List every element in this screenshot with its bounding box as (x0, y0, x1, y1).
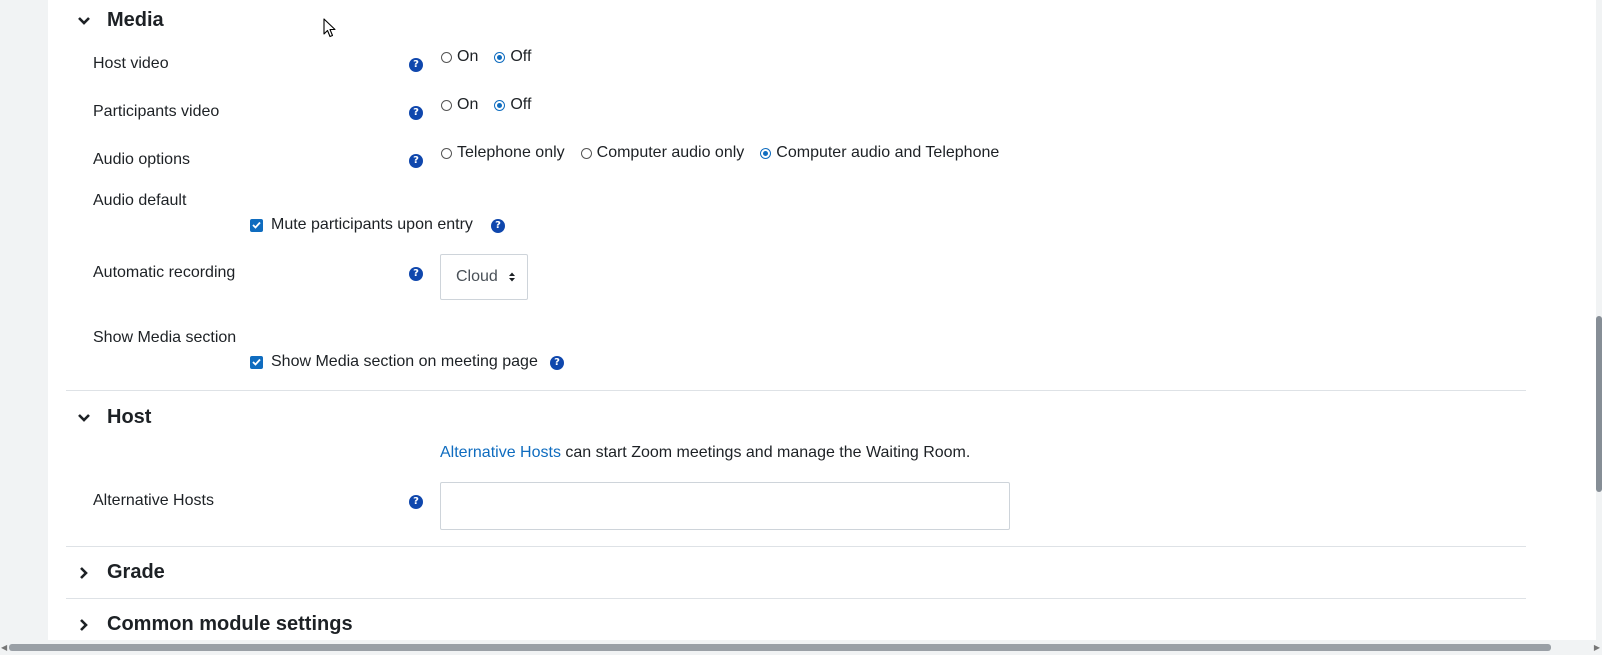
host-section-header[interactable]: Host (76, 406, 151, 429)
participants-video-off-label: Off (510, 96, 532, 113)
audio-default-label: Audio default (93, 192, 187, 209)
settings-page: Media Host video ? On Off Participants v… (48, 0, 1596, 655)
participants-video-label: Participants video (93, 103, 220, 120)
vertical-scrollbar-thumb[interactable] (1596, 316, 1602, 492)
show-media-section-label: Show Media section (93, 329, 237, 346)
audio-computer-and-telephone-option[interactable]: Computer audio and Telephone (760, 144, 999, 162)
host-video-on-option[interactable]: On (441, 48, 478, 66)
alternative-hosts-info-text: can start Zoom meetings and manage the W… (560, 444, 971, 461)
audio-telephone-only-label: Telephone only (457, 144, 565, 161)
question-circle-icon[interactable]: ? (409, 495, 423, 509)
check-icon (252, 221, 261, 229)
media-section-title: Media (107, 9, 164, 31)
audio-computer-only-radio[interactable] (580, 147, 592, 159)
host-video-radio-group: On Off (441, 48, 547, 66)
automatic-recording-select[interactable]: Cloud (440, 254, 528, 300)
audio-computer-and-telephone-radio[interactable] (760, 147, 772, 159)
section-divider (66, 390, 1526, 391)
automatic-recording-label: Automatic recording (93, 264, 236, 281)
host-video-on-label: On (457, 48, 479, 65)
section-divider (66, 598, 1526, 599)
scroll-left-arrow-icon[interactable]: ◀ (1, 643, 7, 652)
audio-computer-and-telephone-label: Computer audio and Telephone (776, 144, 1000, 161)
alternative-hosts-info: Alternative Hosts can start Zoom meeting… (440, 444, 970, 462)
show-media-checkbox-row[interactable]: Show Media section on meeting page (250, 353, 538, 371)
vertical-scrollbar[interactable] (1596, 0, 1602, 640)
audio-options-radio-group: Telephone only Computer audio only Compu… (441, 144, 1015, 162)
mute-participants-checkbox[interactable] (250, 218, 263, 232)
alternative-hosts-link[interactable]: Alternative Hosts (440, 444, 561, 461)
mute-participants-checkbox-row[interactable]: Mute participants upon entry (250, 216, 473, 234)
check-icon (252, 358, 261, 366)
common-module-settings-title: Common module settings (107, 613, 353, 635)
participants-video-off-option[interactable]: Off (494, 96, 531, 114)
audio-telephone-only-radio[interactable] (441, 147, 452, 159)
chevron-right-icon (76, 565, 92, 581)
question-circle-icon[interactable]: ? (409, 154, 423, 168)
chevron-down-icon (76, 13, 92, 29)
host-video-on-radio[interactable] (441, 51, 452, 63)
mute-participants-label: Mute participants upon entry (271, 216, 473, 233)
participants-video-radio-group: On Off (441, 96, 547, 114)
section-divider (66, 546, 1526, 547)
grade-section-title: Grade (107, 561, 165, 583)
media-section-header[interactable]: Media (76, 9, 164, 32)
question-circle-icon[interactable]: ? (409, 58, 423, 72)
show-media-checkbox[interactable] (250, 355, 263, 369)
participants-video-on-label: On (457, 96, 479, 113)
grade-section-header[interactable]: Grade (76, 561, 165, 584)
chevron-right-icon (76, 617, 92, 633)
host-video-label: Host video (93, 55, 169, 72)
question-circle-icon[interactable]: ? (550, 356, 564, 370)
horizontal-scrollbar-thumb[interactable] (9, 644, 1551, 651)
audio-computer-only-option[interactable]: Computer audio only (580, 144, 745, 162)
host-video-off-option[interactable]: Off (494, 48, 531, 66)
question-circle-icon[interactable]: ? (491, 219, 505, 233)
audio-telephone-only-option[interactable]: Telephone only (441, 144, 565, 162)
participants-video-off-radio[interactable] (494, 99, 506, 111)
horizontal-scrollbar[interactable]: ◀ ▶ (0, 640, 1602, 655)
question-circle-icon[interactable]: ? (409, 267, 423, 281)
host-video-off-label: Off (510, 48, 532, 65)
select-arrows-icon (509, 272, 515, 282)
alternative-hosts-input[interactable] (440, 482, 1010, 530)
host-section-title: Host (107, 406, 152, 428)
participants-video-on-option[interactable]: On (441, 96, 478, 114)
scroll-right-arrow-icon[interactable]: ▶ (1594, 643, 1600, 652)
audio-options-label: Audio options (93, 151, 190, 168)
chevron-down-icon (76, 410, 92, 426)
question-circle-icon[interactable]: ? (409, 106, 423, 120)
participants-video-on-radio[interactable] (441, 99, 452, 111)
alternative-hosts-label: Alternative Hosts (93, 492, 214, 509)
show-media-checkbox-label: Show Media section on meeting page (271, 353, 538, 370)
host-video-off-radio[interactable] (494, 51, 506, 63)
mouse-cursor-icon (323, 18, 336, 38)
automatic-recording-value: Cloud (456, 268, 498, 285)
common-module-settings-header[interactable]: Common module settings (76, 613, 353, 636)
audio-computer-only-label: Computer audio only (596, 144, 745, 161)
